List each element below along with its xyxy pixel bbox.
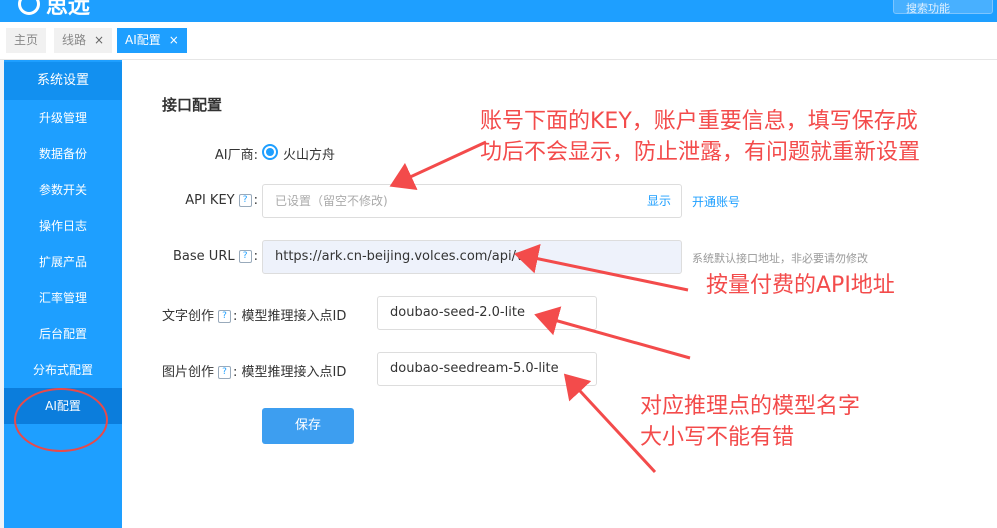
sidebar-item-exchange-rate[interactable]: 汇率管理 — [4, 280, 122, 316]
help-icon[interactable]: ? — [218, 310, 232, 323]
api-key-placeholder: 已设置（留空不修改) — [275, 194, 388, 208]
sidebar-item-upgrade[interactable]: 升级管理 — [4, 100, 122, 136]
sidebar-item-extensions[interactable]: 扩展产品 — [4, 244, 122, 280]
search-input[interactable]: 搜索功能 — [893, 0, 993, 15]
highlight-circle — [14, 388, 108, 452]
save-button[interactable]: 保存 — [262, 408, 354, 444]
tab-label: 主页 — [14, 33, 39, 47]
page-title: 接口配置 — [162, 96, 223, 114]
vendor-radio[interactable] — [262, 144, 278, 160]
text-model-input[interactable]: doubao-seed-2.0-lite — [377, 296, 597, 330]
sidebar-item-switches[interactable]: 参数开关 — [4, 172, 122, 208]
tab-label: 线路 — [62, 33, 87, 47]
logo-text: 思远 — [46, 0, 91, 19]
image-model-label: 图片创作?: 模型推理接入点ID — [162, 361, 374, 380]
tab-routes[interactable]: 线路 × — [54, 28, 113, 53]
text-model-sublabel: 模型推理接入点ID — [241, 309, 347, 324]
sidebar-item-backup[interactable]: 数据备份 — [4, 136, 122, 172]
open-account-link[interactable]: 开通账号 — [692, 193, 740, 210]
api-key-label: API KEY?: — [142, 193, 258, 208]
label-colon: : — [233, 365, 238, 380]
tab-bar: 主页 线路 × AI配置 × — [0, 22, 997, 60]
top-header: 思远 搜索功能 — [0, 0, 997, 22]
base-url-input[interactable]: https://ark.cn-beijing.volces.com/api/v3 — [262, 240, 682, 274]
text-model-label-text: 文字创作 — [162, 309, 215, 324]
help-icon[interactable]: ? — [218, 366, 232, 379]
annotation-key-line1: 账号下面的KEY，账户重要信息，填写保存成 — [480, 109, 918, 134]
text-model-label: 文字创作?: 模型推理接入点ID — [162, 305, 374, 324]
image-model-label-text: 图片创作 — [162, 365, 215, 380]
api-key-label-text: API KEY — [185, 193, 235, 208]
tab-home[interactable]: 主页 — [6, 28, 47, 53]
sidebar: 系统设置 升级管理 数据备份 参数开关 操作日志 扩展产品 汇率管理 后台配置 … — [4, 60, 122, 528]
logo-icon — [18, 0, 40, 15]
label-colon: : — [253, 249, 258, 264]
close-icon[interactable]: × — [169, 33, 179, 47]
help-icon[interactable]: ? — [238, 194, 252, 207]
annotation-model-line2: 大小写不能有错 — [640, 425, 795, 450]
sidebar-item-admin-config[interactable]: 后台配置 — [4, 316, 122, 352]
sidebar-item-distributed[interactable]: 分布式配置 — [4, 352, 122, 388]
label-colon: : — [253, 193, 258, 208]
vendor-label: AI厂商: — [214, 148, 258, 163]
tab-ai-config[interactable]: AI配置 × — [117, 28, 187, 53]
sidebar-item-logs[interactable]: 操作日志 — [4, 208, 122, 244]
annotation-model-line1: 对应推理点的模型名字 — [640, 394, 861, 419]
api-key-input[interactable]: 已设置（留空不修改) 显示 — [262, 184, 682, 218]
image-model-input[interactable]: doubao-seedream-5.0-lite — [377, 352, 597, 386]
base-url-label: Base URL?: — [142, 249, 258, 264]
show-key-button[interactable]: 显示 — [647, 185, 671, 217]
image-model-sublabel: 模型推理接入点ID — [241, 365, 347, 380]
base-url-label-text: Base URL — [173, 249, 235, 264]
help-icon[interactable]: ? — [238, 250, 252, 263]
annotation-key-line2: 功后不会显示，防止泄露，有问题就重新设置 — [480, 140, 921, 165]
vendor-radio-label: 火山方舟 — [283, 148, 336, 163]
base-url-hint: 系统默认接口地址，非必要请勿修改 — [692, 252, 868, 265]
annotation-url: 按量付费的API地址 — [706, 273, 895, 298]
tab-label: AI配置 — [125, 33, 161, 47]
close-icon[interactable]: × — [94, 33, 104, 47]
label-colon: : — [233, 309, 238, 324]
app-logo[interactable]: 思远 — [18, 0, 90, 20]
sidebar-header[interactable]: 系统设置 — [4, 62, 122, 100]
